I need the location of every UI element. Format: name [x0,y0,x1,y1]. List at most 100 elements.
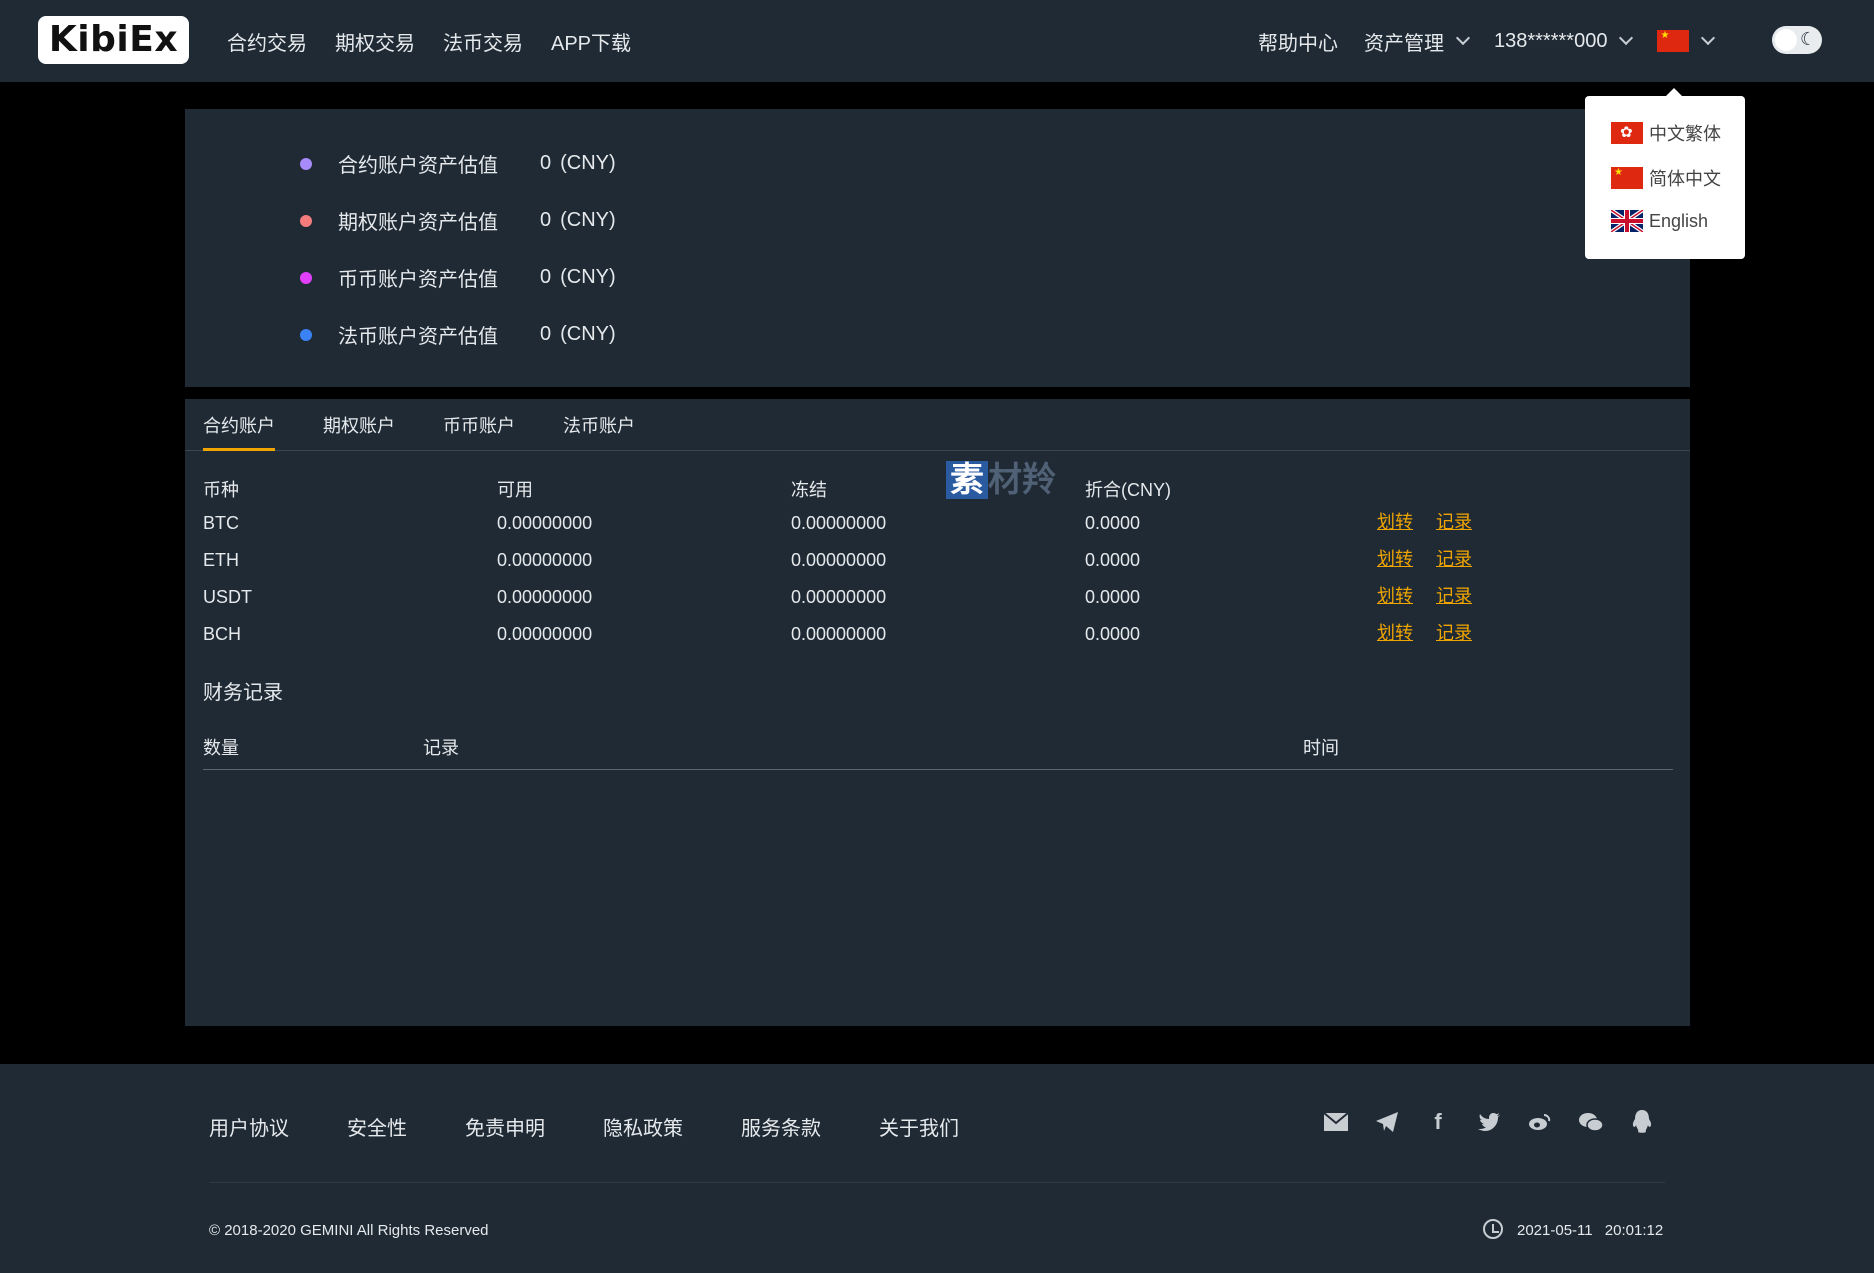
theme-toggle[interactable]: ☾ [1772,26,1822,54]
language-selector[interactable] [1657,30,1716,52]
asset-management-menu[interactable]: 资产管理 [1364,27,1471,56]
summary-label: 合约账户资产估值 [338,155,498,177]
current-date: 2021-05-11 [1517,1222,1593,1239]
lang-option-english[interactable]: English [1611,210,1708,232]
footer-link-about[interactable]: 关于我们 [879,1112,959,1141]
record-link[interactable]: 记录 [1436,508,1472,534]
twitter-icon[interactable] [1475,1108,1503,1136]
footer-link-user-agreement[interactable]: 用户协议 [209,1112,289,1141]
lang-option-simplified-chinese[interactable]: 简体中文 [1611,165,1721,191]
summary-value: 0 [540,209,552,231]
summary-row-options: 期权账户资产估值 0 (CNY) [300,206,616,235]
summary-unit: (CNY) [560,323,616,345]
cn-flag-icon [1611,167,1643,189]
transfer-link[interactable]: 划转 [1377,545,1413,571]
weibo-icon[interactable] [1526,1108,1554,1136]
user-account-menu[interactable]: 138******000 [1494,29,1634,53]
lang-label: English [1649,210,1709,231]
purple-dot-icon [300,157,312,170]
watermark-text: 材羚 [988,461,1056,499]
finance-records-header: 数量 记录 时间 [203,734,1673,770]
cn-flag-icon [1657,30,1690,52]
top-header: KibiEx 合约交易 期权交易 法币交易 APP下载 帮助中心 资产管理 13… [0,0,1874,82]
current-time: 20:01:12 [1604,1222,1664,1239]
watermark: 素材羚 [946,452,1056,501]
column-header-coin: 币种 [203,480,239,500]
footer-link-security[interactable]: 安全性 [347,1112,407,1141]
current-datetime: 2021-05-11 20:01:12 [1517,1222,1663,1239]
tab-spot-account[interactable]: 币币账户 [443,412,515,448]
qq-icon[interactable] [1628,1108,1656,1136]
nav-fiat-trading[interactable]: 法币交易 [443,27,523,56]
telegram-icon[interactable] [1373,1108,1401,1136]
summary-label: 法币账户资产估值 [338,326,498,348]
record-link[interactable]: 记录 [1436,582,1472,608]
cell-cny: 0.0000 [1085,624,1141,644]
nav-app-download[interactable]: APP下载 [551,27,631,56]
logo[interactable]: KibiEx [38,16,189,64]
cell-coin: BTC [203,513,239,533]
record-link[interactable]: 记录 [1436,619,1472,645]
social-links: f [1322,1108,1679,1136]
transfer-link[interactable]: 划转 [1377,582,1413,608]
language-dropdown: 中文繁体 简体中文 English [1585,88,1745,259]
tab-fiat-account[interactable]: 法币账户 [563,412,635,448]
nav-contract-trading[interactable]: 合约交易 [227,27,307,56]
summary-value: 0 [540,323,552,345]
summary-value: 0 [540,152,552,174]
cell-coin: BCH [203,624,242,644]
column-header-frozen: 冻结 [791,480,827,500]
transfer-link[interactable]: 划转 [1377,619,1413,645]
user-nav: 帮助中心 资产管理 138******000 [1258,0,1739,82]
chevron-down-icon [1701,30,1716,46]
watermark-badge: 素 [946,461,988,499]
moon-icon: ☾ [1800,29,1817,49]
cell-available: 0.00000000 [497,587,593,607]
user-phone-label: 138******000 [1494,29,1608,52]
red-dot-icon [300,214,312,227]
cell-available: 0.00000000 [497,550,593,570]
wechat-icon[interactable] [1577,1108,1605,1136]
finance-column-time: 时间 [1303,738,1339,758]
nav-options-trading[interactable]: 期权交易 [335,27,415,56]
footer-link-disclaimer[interactable]: 免责申明 [465,1112,545,1141]
blue-dot-icon [300,328,312,341]
main-nav: 合约交易 期权交易 法币交易 APP下载 [227,0,659,82]
summary-value: 0 [540,266,552,288]
footer-link-terms[interactable]: 服务条款 [741,1112,821,1141]
cell-available: 0.00000000 [497,624,593,644]
footer-links: 用户协议 安全性 免责申明 隐私政策 服务条款 关于我们 [209,1112,1017,1141]
facebook-icon[interactable]: f [1424,1108,1452,1136]
summary-row-spot: 币币账户资产估值 0 (CNY) [300,263,616,292]
tab-contract-account[interactable]: 合约账户 [203,412,275,451]
finance-column-amount: 数量 [203,738,239,758]
tab-options-account[interactable]: 期权账户 [323,412,395,448]
cell-cny: 0.0000 [1085,587,1141,607]
mail-icon[interactable] [1322,1108,1350,1136]
cell-coin: ETH [203,550,239,570]
transfer-link[interactable]: 划转 [1377,508,1413,534]
help-center-link[interactable]: 帮助中心 [1258,27,1338,56]
hk-flag-icon [1611,122,1643,144]
lang-option-traditional-chinese[interactable]: 中文繁体 [1611,120,1721,146]
clock-icon [1483,1219,1503,1239]
cell-cny: 0.0000 [1085,550,1141,570]
cell-coin: USDT [203,587,252,607]
finance-records-title: 财务记录 [203,682,283,704]
chevron-down-icon [1619,30,1634,46]
cell-available: 0.00000000 [497,513,593,533]
footer-link-privacy[interactable]: 隐私政策 [603,1112,683,1141]
cell-cny: 0.0000 [1085,513,1141,533]
summary-label: 币币账户资产估值 [338,269,498,291]
summary-unit: (CNY) [560,266,616,288]
finance-column-record: 记录 [423,738,459,758]
summary-row-contract: 合约账户资产估值 0 (CNY) [300,149,616,178]
asset-summary-panel: 合约账户资产估值 0 (CNY) 期权账户资产估值 0 (CNY) 币币账户资产… [185,109,1690,387]
chevron-down-icon [1455,30,1471,46]
summary-unit: (CNY) [560,209,616,231]
cell-frozen: 0.00000000 [791,550,887,570]
toggle-knob [1775,29,1797,51]
record-link[interactable]: 记录 [1436,545,1472,571]
summary-row-fiat: 法币账户资产估值 0 (CNY) [300,320,616,349]
account-tabs: 合约账户 期权账户 币币账户 法币账户 [185,399,1690,451]
